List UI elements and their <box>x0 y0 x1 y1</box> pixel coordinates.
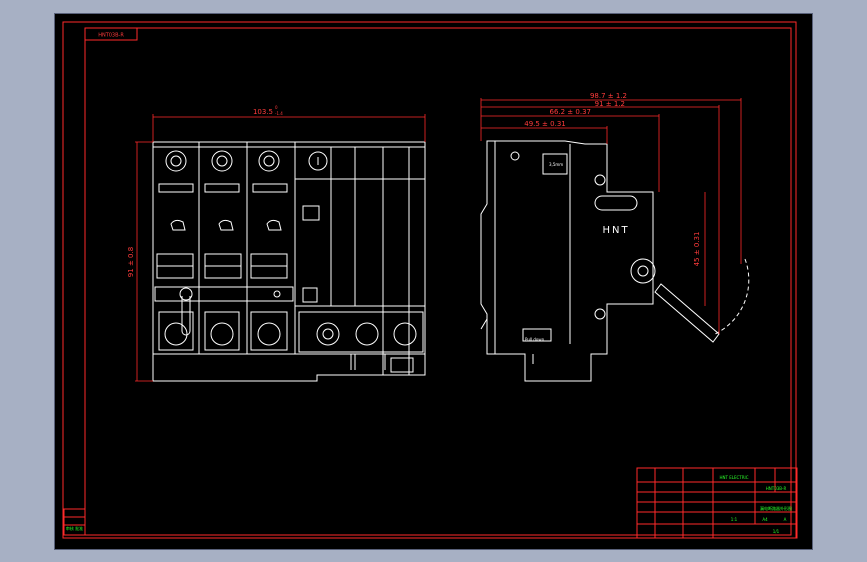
rcd-terminal-1 <box>316 322 340 346</box>
terminal-top-2 <box>211 150 233 172</box>
title-block: HNT ELECTRIC HNT03B-R 漏电断路器外形图 1:1 A4 A … <box>636 467 798 539</box>
side-view: HNT Pull down 3,5mm 98.7 ± 1.2 91 ± 1.2 … <box>480 92 750 382</box>
terminal-top-3 <box>258 150 280 172</box>
frame-tag: HNT03B-R <box>84 27 138 41</box>
toggle-bar <box>154 286 294 302</box>
side-dim-vertical: 45 ± 0.31 <box>693 232 701 267</box>
front-height-dim: 91 ± 0.8 <box>127 247 135 277</box>
switch-label: 3,5mm <box>549 162 563 167</box>
side-dim-91: 91 ± 1.2 <box>595 100 625 108</box>
terminal-bottom-3 <box>257 322 281 346</box>
front-width-tol-lower: -1.4 <box>275 111 283 116</box>
rcd-terminal-2 <box>355 322 379 346</box>
terminal-top-1 <box>165 150 187 172</box>
outer-frame <box>62 21 797 539</box>
tb-title: 漏电断路器外形图 <box>760 505 792 511</box>
side-body-outline <box>480 140 654 382</box>
cad-viewport[interactable]: HNT03B-R 审核 批准 103.5 0 -1.4 91 ± 0.8 HNT… <box>54 13 813 550</box>
front-view: 103.5 0 -1.4 91 ± 0.8 <box>127 105 426 382</box>
tb-rev: A <box>784 517 787 522</box>
side-stamp-text: 审核 批准 <box>66 525 83 531</box>
tb-page: 1/1 <box>773 529 780 534</box>
tb-scale: 1:1 <box>731 517 738 522</box>
tb-sheet: A4 <box>762 517 768 522</box>
brand-logo: HNT <box>602 225 629 236</box>
inner-frame <box>84 27 792 536</box>
side-stamp: 审核 批准 <box>63 508 86 536</box>
side-dim-49: 49.5 ± 0.31 <box>524 120 566 128</box>
front-width-tol-upper: 0 <box>275 105 278 110</box>
side-dim-66: 66.2 ± 0.37 <box>550 108 592 116</box>
tb-drawing-no: HNT03B-R <box>766 486 787 491</box>
terminal-bottom-2 <box>210 322 234 346</box>
lever-handle <box>654 283 720 343</box>
test-button <box>302 205 320 221</box>
drawing-canvas[interactable]: HNT03B-R 审核 批准 103.5 0 -1.4 91 ± 0.8 HNT… <box>55 14 812 549</box>
pivot <box>630 258 656 284</box>
front-body-outline <box>152 141 426 382</box>
pull-down-label: Pull down <box>525 337 545 342</box>
side-dim-total: 98.7 ± 1.2 <box>590 92 627 100</box>
frame-tag-text: HNT03B-R <box>98 33 124 39</box>
front-width-dim: 103.5 <box>253 108 273 116</box>
rcd-terminal-3 <box>393 322 417 346</box>
tb-company: HNT ELECTRIC <box>720 475 749 480</box>
